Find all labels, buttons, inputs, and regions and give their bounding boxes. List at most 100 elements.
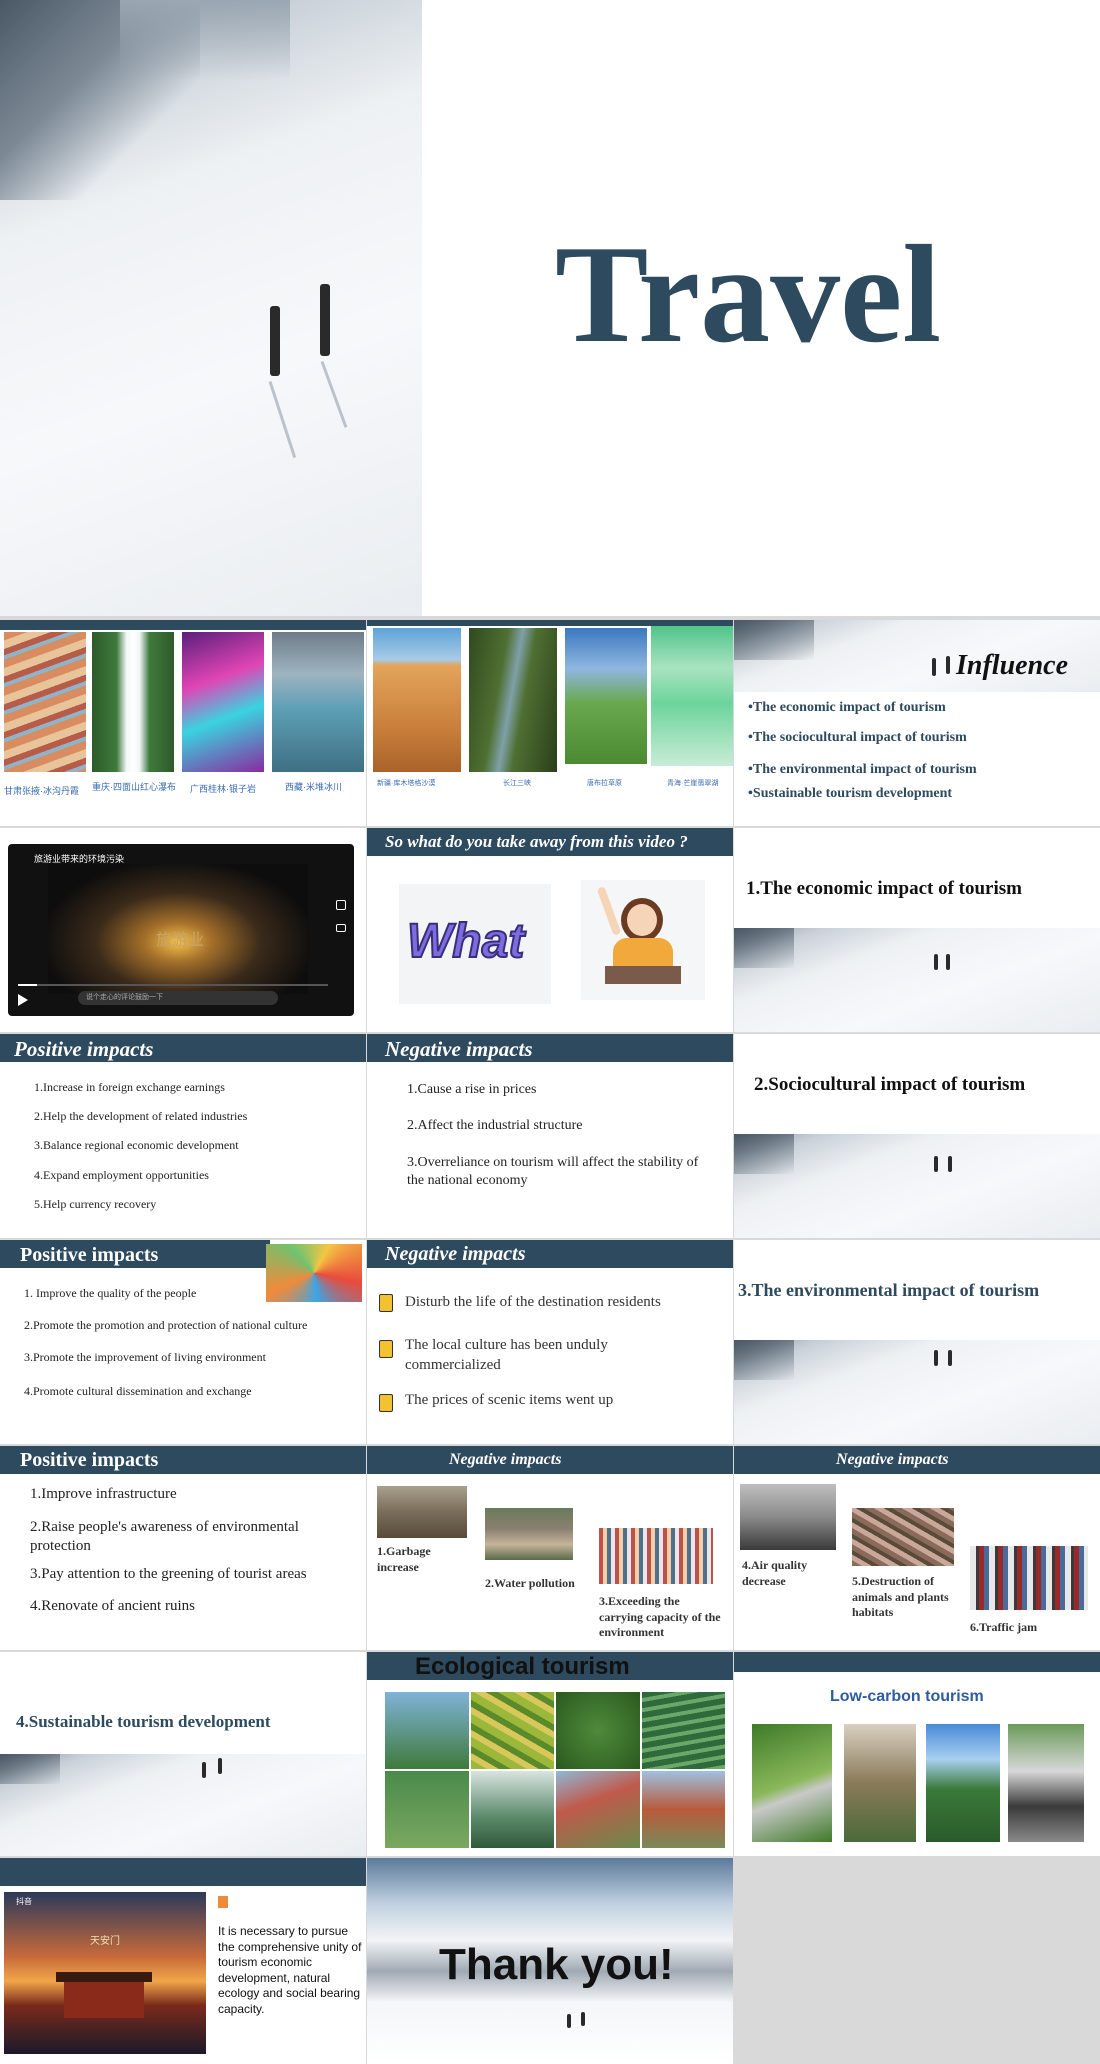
image-caption: 青海·芒崖翡翠湖: [667, 780, 719, 787]
list-item: 1.Increase in foreign exchange earnings: [34, 1080, 225, 1094]
list-item: 4.Renovate of ancient ruins: [30, 1598, 195, 1614]
title-slide: Travel: [0, 0, 1100, 616]
empty-slot: [734, 1858, 1100, 2064]
list-item: 3.Exceeding the carrying capacity of the…: [599, 1594, 721, 1640]
list-item: 1. Improve the quality of the people: [24, 1286, 197, 1300]
jade-lake-photo: [651, 626, 733, 766]
danxia-photo: [4, 632, 86, 772]
list-item: 2.Promote the promotion and protection o…: [24, 1318, 308, 1332]
list-item: 1.Cause a rise in prices: [407, 1082, 537, 1097]
list-item: 2.Raise people's awareness of environmen…: [30, 1519, 299, 1554]
low-carbon-slide: Low-carbon tourism: [734, 1652, 1100, 1856]
list-item: 3.Promote the improvement of living envi…: [24, 1350, 266, 1364]
list-item: 3.Balance regional economic development: [34, 1138, 239, 1152]
image-caption: 唐布拉草原: [587, 780, 622, 787]
slide-heading: Positive impacts: [14, 1037, 154, 1061]
crowd-photo: [599, 1528, 713, 1584]
thank-you-slide: Thank you!: [367, 1858, 733, 2064]
page-title: Travel: [555, 217, 942, 372]
snow-slope-photo: [734, 1134, 1100, 1238]
question-heading: So what do you take away from this video…: [385, 832, 688, 851]
girl-raising-hand-illustration: [581, 880, 705, 1000]
socio-section-slide: 2.Sociocultural impact of tourism: [734, 1034, 1100, 1238]
positive-economic-slide: Positive impacts 1.Increase in foreign e…: [0, 1034, 366, 1238]
glacier-photo: [272, 632, 364, 772]
list-item: 1.Garbage increase: [377, 1544, 431, 1574]
list-item: The prices of scenic items went up: [405, 1392, 614, 1408]
section-heading: 3.The environmental impact of tourism: [738, 1280, 1040, 1300]
eco-photo-grid: [385, 1692, 725, 1848]
water-pollution-photo: [485, 1508, 573, 1560]
like-icon[interactable]: [336, 900, 346, 910]
list-item: 1.Improve infrastructure: [30, 1486, 177, 1502]
image-caption: 西藏·米堆冰川: [285, 782, 342, 792]
china-sights-slide-1: 甘肃张掖·冰沟丹霞 重庆·四面山红心瀑布 广西桂林·银子岩 西藏·米堆冰川: [0, 620, 366, 826]
list-item: Disturb the life of the destination resi…: [405, 1294, 661, 1310]
negative-env-slide-1: Negative impacts 1.Garbage increase 2.Wa…: [367, 1446, 733, 1650]
eco-tourism-slide: Ecological tourism: [367, 1652, 733, 1856]
image-caption: 长江三峡: [503, 780, 531, 787]
china-sights-slide-2: 新疆·库木塔格沙漠 长江三峡 唐布拉草原 青海·芒崖翡翠湖: [367, 620, 733, 826]
video-title: 旅游业带来的环境污染: [34, 854, 125, 864]
snow-slope-photo: [734, 1340, 1100, 1444]
comment-input[interactable]: 说个走心的评论鼓励一下: [78, 991, 278, 1005]
image-caption: 甘肃张掖·冰沟丹霞: [4, 786, 79, 796]
slide-heading: Negative impacts: [836, 1451, 949, 1468]
list-item: The local culture has been unduly commer…: [405, 1337, 608, 1373]
list-item: 2.Water pollution: [485, 1576, 575, 1590]
list-item: 4.Promote cultural dissemination and exc…: [24, 1384, 252, 1398]
question-slide: So what do you take away from this video…: [367, 828, 733, 1032]
image-caption: 重庆·四面山红心瀑布: [92, 782, 176, 792]
mountain-trail-photo: [844, 1724, 916, 1842]
garbage-photo: [377, 1486, 467, 1538]
speaker-icon: [218, 1896, 228, 1908]
list-item: 5.Destruction of animals and plants habi…: [852, 1574, 949, 1620]
smog-photo: [740, 1484, 836, 1550]
list-item: •Sustainable tourism development: [748, 786, 953, 801]
play-icon[interactable]: [18, 994, 28, 1006]
section-heading: Influence: [956, 650, 1068, 681]
tiananmen-photo: 抖音 天安门: [4, 1892, 206, 2054]
river-photo: [926, 1724, 1000, 1842]
list-item: •The economic impact of tourism: [748, 700, 946, 715]
video-player[interactable]: 旅游业带来的环境污染 旅游业 说个走心的评论鼓励一下: [8, 844, 354, 1016]
video-overlay-text: 旅游业: [156, 932, 205, 949]
list-item: •The environmental impact of tourism: [748, 762, 977, 777]
positive-env-slide: Positive impacts 1.Improve infrastructur…: [0, 1446, 366, 1650]
section-heading: 4.Sustainable tourism development: [16, 1712, 271, 1731]
hiker-figure: [320, 284, 330, 356]
slide-heading: Positive impacts: [20, 1244, 159, 1266]
list-item: 2.Help the development of related indust…: [34, 1109, 248, 1123]
section-heading: 1.The economic impact of tourism: [746, 878, 1022, 899]
list-item: 3.Overreliance on tourism will affect th…: [407, 1155, 699, 1189]
cyclists-photo: [1008, 1724, 1084, 1842]
slide-heading: Negative impacts: [385, 1037, 533, 1061]
section-heading: 2.Sociocultural impact of tourism: [754, 1074, 1026, 1095]
hiker-figure: [270, 306, 280, 376]
bullet-icon: [379, 1294, 393, 1312]
boardwalk-photo: [752, 1724, 832, 1842]
bullet-icon: [379, 1340, 393, 1358]
waterfall-photo: [92, 632, 174, 772]
slide-heading: Positive impacts: [20, 1449, 159, 1471]
progress-bar[interactable]: [18, 984, 328, 986]
snow-slope-photo: [734, 928, 1100, 1032]
snow-slope-photo: [0, 0, 422, 616]
bullet-icon: [379, 1394, 393, 1412]
camera-icon[interactable]: [336, 924, 346, 932]
habitat-destruction-photo: [852, 1508, 954, 1566]
culture-illustration: [266, 1244, 362, 1302]
list-item: 4.Air quality decrease: [742, 1558, 808, 1588]
snow-slope-photo: [0, 1754, 366, 1856]
traffic-jam-photo: [970, 1546, 1088, 1610]
positive-socio-slide: Positive impacts 1. Improve the quality …: [0, 1240, 366, 1444]
list-item: 6.Traffic jam: [970, 1620, 1038, 1634]
negative-economic-slide: Negative impacts 1.Cause a rise in price…: [367, 1034, 733, 1238]
list-item: 4.Expand employment opportunities: [34, 1168, 209, 1182]
what-sticker: What: [399, 884, 551, 1004]
slide-heading: Negative impacts: [385, 1243, 526, 1265]
list-item: 3.Pay attention to the greening of touri…: [30, 1566, 307, 1582]
gorge-photo: [469, 628, 557, 772]
list-item: •The sociocultural impact of tourism: [748, 730, 967, 745]
list-item: 5.Help currency recovery: [34, 1197, 157, 1211]
